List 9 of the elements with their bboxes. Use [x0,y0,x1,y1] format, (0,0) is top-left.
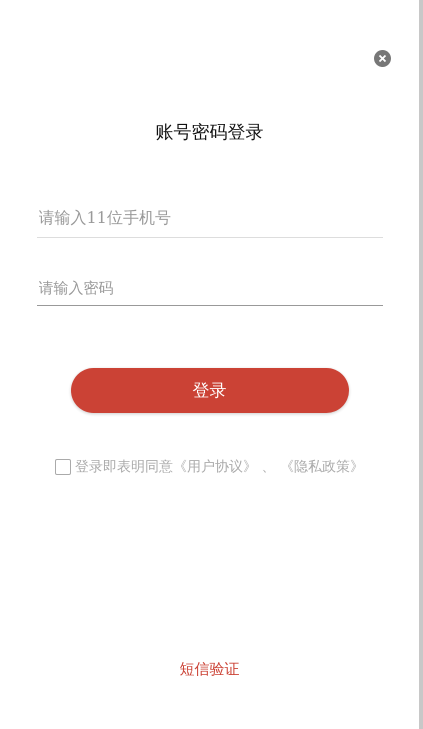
page-title: 账号密码登录 [156,121,264,144]
close-icon [374,50,391,67]
sms-verification-link[interactable]: 短信验证 [180,660,240,679]
phone-input-field[interactable]: 请输入11位手机号 [36,198,382,238]
password-input-field[interactable]: 请输入密码 [36,270,382,306]
login-button[interactable]: 登录 [70,368,348,413]
agreement-text: 登录即表明同意《用户协议》 、 《隐私政策》 [75,458,364,476]
close-button[interactable] [374,50,391,67]
agreement-checkbox[interactable] [55,459,72,475]
